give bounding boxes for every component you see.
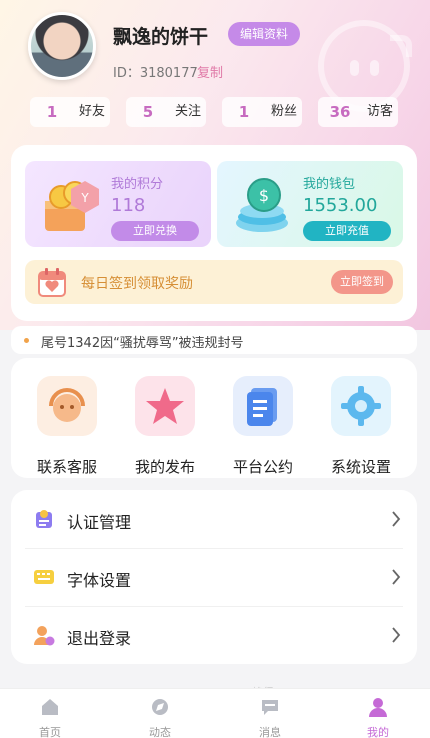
chevron-right-icon	[392, 627, 401, 643]
stat-value: 1	[46, 103, 58, 121]
stat-label: 访客	[366, 104, 393, 119]
menu-item-logout[interactable]: 退出登录	[11, 606, 417, 664]
settings-menu: 认证管理 字体设置 退出登录	[11, 490, 417, 664]
shortcut-grid: 联系客服 我的发布 平台公约 系统设置	[11, 358, 417, 478]
tab-label: 消息	[259, 726, 281, 738]
grid-item-customer-service[interactable]: 联系客服	[19, 372, 115, 476]
svg-text:Y: Y	[80, 191, 89, 205]
username: 飘逸的饼干	[113, 26, 209, 48]
wallet-value: 1553.00	[303, 195, 378, 216]
tab-messages[interactable]: 消息	[235, 689, 305, 738]
redeem-button[interactable]: 立即兑换	[111, 221, 199, 241]
stat-value: 1	[238, 103, 250, 121]
chevron-right-icon	[392, 569, 401, 585]
stat-label: 关注	[174, 104, 201, 119]
tab-moments[interactable]: 动态	[125, 689, 195, 738]
svg-text:$: $	[259, 186, 269, 205]
recharge-button[interactable]: 立即充值	[303, 221, 391, 241]
message-icon	[262, 700, 278, 715]
gear-icon	[331, 376, 391, 436]
grid-label: 我的发布	[134, 458, 195, 476]
stat-friends[interactable]: 1 好友	[30, 97, 110, 127]
chevron-right-icon	[392, 511, 401, 527]
tab-mine[interactable]: 我的	[343, 689, 413, 738]
grid-item-my-posts[interactable]: 我的发布	[117, 372, 213, 476]
stat-label: 好友	[78, 104, 105, 119]
user-id: ID：3180177	[113, 66, 198, 81]
avatar[interactable]	[28, 12, 96, 80]
document-icon	[233, 376, 293, 436]
star-icon	[135, 376, 195, 436]
daily-signin-banner[interactable]: 每日签到领取奖励 立即签到	[25, 260, 403, 304]
grid-label: 平台公约	[232, 458, 293, 476]
tab-label: 动态	[149, 726, 171, 738]
assets-card: Y 我的积分 118 立即兑换 $ 我的钱包 1553.00 立即充值 每日签到…	[11, 145, 417, 321]
edit-profile-button[interactable]: 编辑资料	[228, 22, 300, 46]
grid-label: 系统设置	[330, 458, 391, 476]
compass-icon	[152, 699, 168, 715]
points-title: 我的积分	[111, 177, 164, 192]
keyboard-icon	[34, 570, 54, 584]
profile-icon	[369, 698, 387, 717]
notice-dot	[24, 338, 29, 343]
wallet-title: 我的钱包	[303, 177, 356, 192]
customer-service-icon	[37, 376, 97, 436]
menu-item-font[interactable]: 字体设置	[11, 548, 417, 606]
stat-fans[interactable]: 1 粉丝	[222, 97, 302, 127]
grid-label: 联系客服	[36, 458, 97, 476]
home-icon	[42, 699, 58, 715]
tab-label: 我的	[367, 726, 389, 738]
stat-visitors[interactable]: 36 访客	[318, 97, 398, 127]
signin-button[interactable]: 立即签到	[331, 270, 393, 294]
tab-home[interactable]: 首页	[15, 689, 85, 738]
grid-item-settings[interactable]: 系统设置	[313, 372, 409, 476]
wallet-coin-icon: $	[236, 178, 288, 232]
stat-value: 5	[142, 103, 154, 121]
points-panel[interactable]: Y 我的积分 118 立即兑换	[25, 161, 211, 247]
stat-label: 粉丝	[270, 104, 297, 119]
menu-label: 字体设置	[67, 571, 132, 590]
points-value: 118	[111, 195, 146, 216]
chat-mascot-tail	[390, 35, 412, 57]
user-logout-icon	[34, 626, 55, 646]
signin-text: 每日签到领取奖励	[81, 276, 193, 292]
stat-following[interactable]: 5 关注	[126, 97, 206, 127]
stat-value: 36	[329, 103, 351, 121]
menu-label: 退出登录	[67, 629, 132, 648]
notice-bar[interactable]: 尾号1342因“骚扰辱骂”被违规封号	[11, 326, 417, 354]
bottom-tab-bar: 首页 动态 消息 我的	[0, 688, 430, 738]
calendar-heart-icon	[38, 268, 66, 297]
grid-item-platform-rules[interactable]: 平台公约	[215, 372, 311, 476]
tab-label: 首页	[39, 726, 61, 738]
copy-id-button[interactable]: 复制	[197, 62, 223, 81]
notice-text: 尾号1342因“骚扰辱骂”被违规封号	[41, 336, 244, 351]
wallet-panel[interactable]: $ 我的钱包 1553.00 立即充值	[217, 161, 403, 247]
coins-box-icon: Y	[45, 181, 99, 231]
menu-label: 认证管理	[67, 513, 132, 532]
menu-item-certification[interactable]: 认证管理	[11, 490, 417, 548]
certificate-icon	[36, 510, 52, 528]
